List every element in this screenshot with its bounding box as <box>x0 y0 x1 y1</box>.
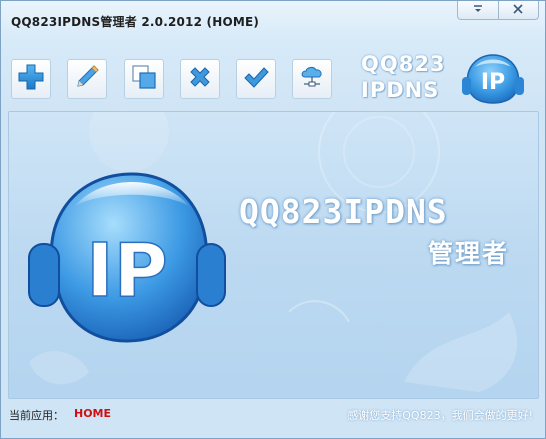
hero-title: QQ823IPDNS <box>239 192 448 231</box>
thanks-message: 感谢您支持QQ823，我们会做的更好! <box>347 409 533 422</box>
x-icon <box>186 63 214 95</box>
menu-button[interactable] <box>458 1 498 19</box>
network-button[interactable] <box>292 59 332 99</box>
cloud-network-icon <box>298 63 326 95</box>
logo-large-label: IP <box>86 228 168 314</box>
pencil-icon <box>73 63 101 95</box>
add-button[interactable] <box>11 59 51 99</box>
main-panel: IP QQ823IPDNS 管理者 <box>8 111 539 399</box>
brand-name-line2: IPDNS <box>361 78 440 102</box>
close-button[interactable] <box>497 1 539 19</box>
edit-button[interactable] <box>67 59 107 99</box>
brand-name-line1: QQ823 <box>361 52 446 76</box>
apply-button[interactable] <box>236 59 276 99</box>
plus-icon <box>17 63 45 95</box>
hero-subtitle: 管理者 <box>428 239 510 268</box>
chevron-down-icon <box>472 3 484 17</box>
checkmark-icon <box>242 63 270 95</box>
ip-logo-small-icon: IP <box>462 54 524 104</box>
copy-icon <box>130 63 158 95</box>
logo-small-label: IP <box>481 70 505 95</box>
title-bar: QQ823IPDNS管理者 2.0.2012 (HOME) <box>1 1 545 41</box>
current-app-value: HOME <box>74 407 112 420</box>
ip-logo-large-icon: IP <box>28 172 226 343</box>
delete-button[interactable] <box>180 59 220 99</box>
window-title: QQ823IPDNS管理者 2.0.2012 (HOME) <box>11 15 260 29</box>
window-controls <box>457 1 539 20</box>
copy-button[interactable] <box>124 59 164 99</box>
brand-logo-small: QQ823 IPDNS IP <box>361 49 541 109</box>
app-window: QQ823IPDNS管理者 2.0.2012 (HOME) QQ823 IPDN… <box>0 0 546 439</box>
close-icon <box>513 3 523 17</box>
current-app-label: 当前应用： <box>9 409 64 422</box>
status-bar: 当前应用： HOME 感谢您支持QQ823，我们会做的更好! <box>1 401 545 429</box>
